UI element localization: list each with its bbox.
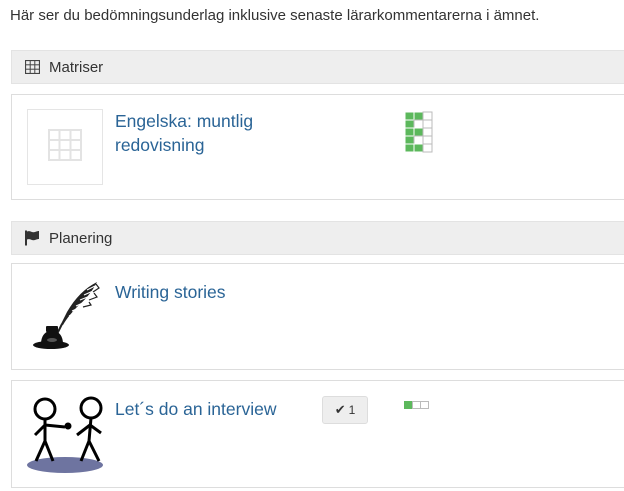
table-icon bbox=[48, 128, 82, 166]
matrix-cell bbox=[404, 119, 415, 129]
comment-count-badge[interactable]: ✔ 1 bbox=[322, 396, 368, 424]
matrix-cell bbox=[422, 143, 433, 153]
section-title: Matriser bbox=[49, 58, 104, 76]
flag-icon bbox=[24, 230, 40, 246]
matrix-cell bbox=[413, 111, 424, 121]
check-icon: ✔ bbox=[334, 402, 346, 417]
matrix-cell bbox=[404, 143, 415, 153]
section-header-matriser: Matriser bbox=[11, 50, 624, 84]
matrix-cell bbox=[422, 119, 433, 129]
interview-stick-figures-icon bbox=[27, 395, 103, 473]
planning-card-interview[interactable]: Let´s do an interview ✔ 1 bbox=[11, 380, 624, 488]
matrix-cell bbox=[413, 127, 424, 137]
matrix-card[interactable]: Engelska: muntlig redovisning bbox=[11, 94, 624, 200]
planning-card-writing-stories[interactable]: Writing stories bbox=[11, 263, 624, 370]
matrix-cell bbox=[404, 135, 415, 145]
section-header-planering: Planering bbox=[11, 221, 624, 255]
matrix-title-link[interactable]: Engelska: muntlig redovisning bbox=[115, 109, 253, 157]
matrix-cell bbox=[413, 135, 424, 145]
quill-inkwell-icon bbox=[27, 278, 103, 354]
progress-segment bbox=[420, 401, 429, 409]
matrix-cell bbox=[422, 135, 433, 145]
matrix-cell bbox=[422, 127, 433, 137]
matrix-title-line2: redovisning bbox=[115, 135, 205, 155]
progress-indicator bbox=[404, 401, 429, 409]
planning-title-link[interactable]: Writing stories bbox=[115, 280, 226, 304]
matrix-cell bbox=[404, 111, 415, 121]
matrix-cell bbox=[413, 119, 424, 129]
matrix-cell bbox=[422, 111, 433, 121]
badge-count: 1 bbox=[348, 403, 356, 417]
matrix-cell bbox=[404, 127, 415, 137]
matrix-title-line1: Engelska: muntlig bbox=[115, 111, 254, 131]
matrix-progress-grid bbox=[404, 111, 433, 153]
planning-title-link[interactable]: Let´s do an interview bbox=[115, 397, 276, 421]
intro-text: Här ser du bedömningsunderlag inklusive … bbox=[10, 7, 540, 24]
matrix-thumbnail bbox=[27, 109, 103, 185]
section-title: Planering bbox=[49, 229, 113, 247]
table-icon bbox=[24, 59, 40, 75]
matrix-cell bbox=[413, 143, 424, 153]
